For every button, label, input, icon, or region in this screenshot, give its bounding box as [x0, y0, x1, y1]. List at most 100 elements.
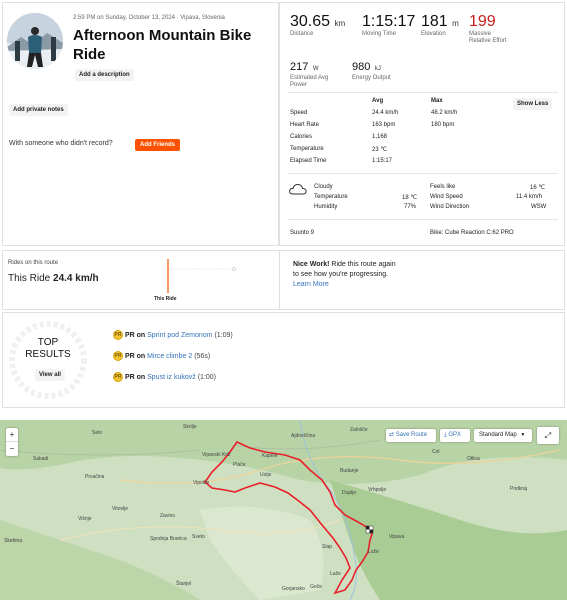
cloud-icon: [289, 183, 307, 195]
save-route-label: Save Route: [395, 432, 428, 438]
map-town-label: Otlica: [467, 456, 480, 462]
detail-avg: 23 ℃: [372, 147, 388, 153]
map-style-select[interactable]: Standard Map ▼: [474, 429, 532, 442]
avatar[interactable]: [7, 13, 63, 69]
fullscreen-icon: ⤢: [544, 431, 552, 440]
map-town-label: Skebina: [4, 538, 22, 544]
bike-name[interactable]: Bike: Cube Reaction C:62 PRO: [430, 230, 514, 236]
pr-time: (1:00): [197, 373, 217, 381]
detail-avg: 1,168: [372, 134, 388, 140]
detail-row-elapsed-time: Elapsed Time 1:15:17: [290, 158, 550, 167]
map-town-label: Podkraj: [510, 486, 527, 492]
route-chart: [167, 259, 236, 293]
map-town-label: Gorjansko: [282, 586, 305, 592]
nice-work-text-2: to see how you're progressing.: [293, 271, 389, 278]
pr-time: (56s): [194, 352, 211, 360]
map-town-label: Kapele: [262, 453, 278, 459]
download-icon: ⤓: [444, 432, 447, 438]
activity-stats-card: 30.65 km Distance 1:15:17 Moving Time 18…: [279, 2, 565, 246]
distance-stat: 30.65 km Distance: [290, 13, 345, 38]
weather-feels-like-value: 16 ℃: [530, 185, 546, 191]
map-town-label: Plače: [233, 462, 246, 468]
zoom-out-button[interactable]: −: [6, 442, 18, 456]
weather-temperature-label: Temperature: [314, 194, 348, 200]
pr-segment-link[interactable]: Mirce climbe 2: [147, 353, 192, 360]
add-friends-button[interactable]: Add Friends: [135, 139, 181, 151]
map-town-label: Vipavski Križ: [202, 452, 231, 458]
nice-work-text-1: Ride this route again: [329, 261, 396, 268]
detail-label: Speed: [290, 110, 308, 116]
detail-row-temperature: Temperature 23 ℃: [290, 146, 550, 155]
power-label-1: Estimated Avg: [290, 75, 329, 81]
fullscreen-button[interactable]: ⤢: [537, 427, 559, 444]
pr-medal-icon: PR: [113, 372, 123, 382]
pr-segment-link[interactable]: Spust iz kukovž: [147, 374, 196, 381]
learn-more-link[interactable]: Learn More: [293, 281, 329, 288]
map-town-label: Vitovlje: [112, 506, 128, 512]
map-town-label: Ajdovščina: [291, 433, 315, 439]
map-terrain: Selo Skrilje Ajdovščina Zalošče Col Kapele Vip…: [0, 420, 567, 600]
relative-effort-stat[interactable]: 199 Massive Relative Effort: [469, 13, 507, 45]
show-less-button[interactable]: Show Less: [513, 98, 553, 110]
energy-unit: kJ: [374, 66, 381, 72]
detail-max: 180 bpm: [431, 122, 455, 128]
detail-row-heart-rate: Heart Rate 163 bpm 180 bpm: [290, 122, 550, 131]
device-name: Suunto 9: [290, 230, 315, 236]
map-town-label: Duplje: [342, 490, 356, 496]
detail-max: 48.2 km/h: [431, 110, 458, 116]
pr-prefix: PR on: [124, 352, 148, 360]
detail-avg: 24.4 km/h: [372, 110, 399, 116]
divider: [288, 92, 558, 93]
divider: [288, 173, 558, 174]
power-label-2: Power: [290, 82, 308, 88]
map-style-label: Standard Map: [479, 432, 517, 438]
zoom-in-button[interactable]: +: [6, 428, 18, 442]
map-town-label: Štanjel: [176, 580, 191, 587]
detail-label: Temperature: [290, 146, 324, 152]
weather-wind-speed-label: Wind Speed: [430, 194, 463, 200]
relative-effort-label-2: Relative Effort: [469, 38, 507, 44]
weather-wind-speed-value: 11.4 km/h: [516, 194, 542, 200]
weather-humidity-value: 77%: [404, 204, 417, 210]
map-town-label: Vrhpolje: [368, 487, 386, 493]
moving-time-stat: 1:15:17 Moving Time: [362, 13, 415, 38]
map-town-label: Skrilje: [183, 424, 197, 430]
pr-segment-link[interactable]: Sprint pod Zemonom: [147, 332, 212, 339]
energy-label: Energy Output: [352, 75, 391, 81]
chevron-down-icon: ▼: [520, 432, 526, 438]
divider: [288, 219, 558, 220]
map-town-label: Budanje: [340, 468, 359, 474]
detail-label: Heart Rate: [290, 122, 320, 128]
gpx-button[interactable]: ⤓ GPX: [440, 429, 470, 442]
pr-prefix: PR on: [124, 373, 148, 381]
power-value: 217: [290, 61, 309, 73]
this-ride-speed: 24.4 km/h: [53, 273, 99, 284]
map-town-label: Goče: [310, 584, 322, 590]
map-town-label: Lože: [368, 549, 379, 555]
elevation-value: 181: [421, 13, 448, 30]
top-results-line-1: TOP: [37, 337, 59, 348]
map-town-label: Sveto: [192, 534, 205, 540]
detail-label: Calories: [290, 134, 313, 140]
map-town-label: Vipolže: [193, 480, 210, 486]
route-bar-caption: This Ride: [154, 296, 177, 302]
route-map[interactable]: Selo Skrilje Ajdovščina Zalošče Col Kapele Vip…: [0, 420, 567, 600]
weather-wind-direction-value: WSW: [531, 204, 547, 210]
add-description-button[interactable]: Add a description: [75, 69, 134, 81]
map-town-label: Selo: [92, 430, 102, 436]
activity-header-card: 2:59 PM on Sunday, October 13, 2024 · Vi…: [2, 2, 279, 246]
nice-work-bold: Nice Work!: [293, 261, 330, 268]
map-town-label: Col: [432, 449, 440, 455]
elevation-unit: m: [452, 19, 459, 28]
add-private-notes-button[interactable]: Add private notes: [9, 104, 68, 116]
view-all-button[interactable]: View all: [35, 369, 65, 381]
elevation-label: Elevation: [421, 31, 446, 37]
relative-effort-value: 199: [469, 13, 496, 30]
top-results-line-2: RESULTS: [25, 349, 71, 360]
power-unit: W: [312, 66, 319, 72]
save-route-icon: ⇄: [389, 432, 395, 438]
moving-time-value: 1:15:17: [362, 13, 416, 30]
map-town-label: Slap: [322, 544, 332, 550]
save-route-button[interactable]: ⇄ Save Route: [386, 429, 436, 442]
map-town-label: Laže: [330, 571, 341, 577]
